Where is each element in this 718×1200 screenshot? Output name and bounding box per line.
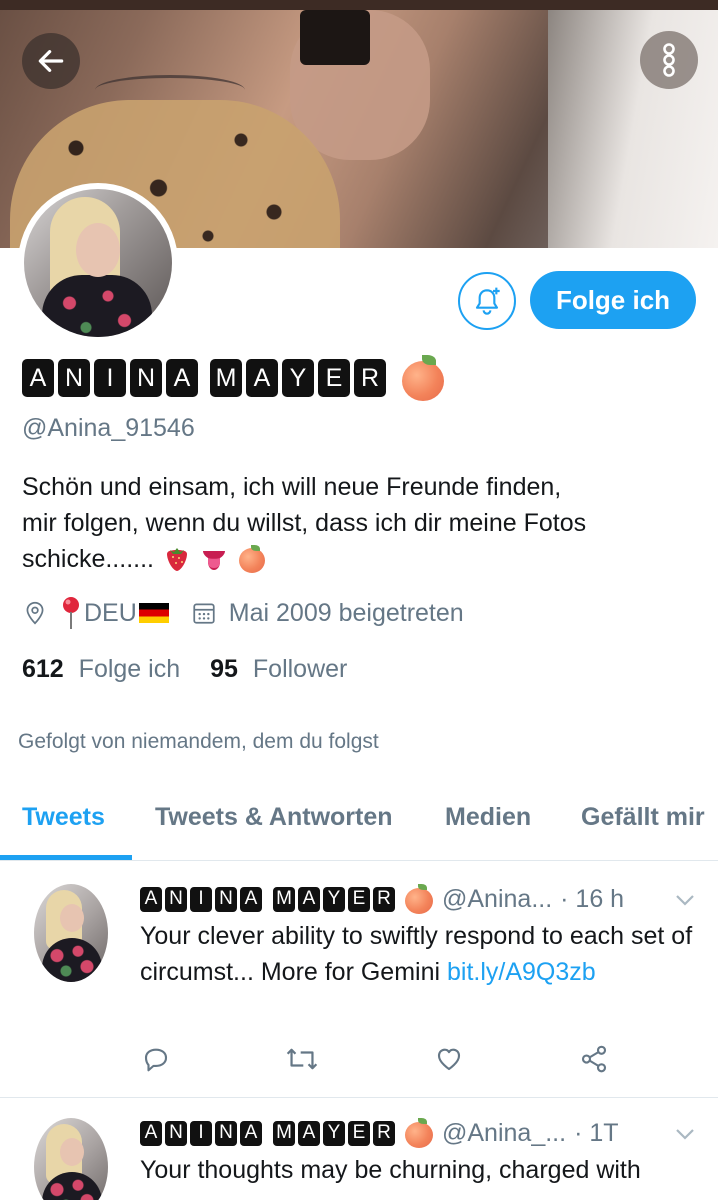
followers-link[interactable]: 95 Follower bbox=[210, 655, 347, 684]
name-letter: E bbox=[348, 886, 370, 912]
tweet-header: ANINAMAYER @Anina... · 16 h bbox=[140, 884, 624, 914]
tab-tweets-replies[interactable]: Tweets & Antworten bbox=[155, 803, 393, 832]
name-letter: R bbox=[373, 1120, 395, 1146]
heart-icon[interactable] bbox=[433, 1044, 465, 1074]
profile-tabs: Tweets Tweets & Antworten Medien Gefällt… bbox=[0, 795, 718, 861]
arrow-left-icon bbox=[38, 50, 64, 72]
follow-button[interactable]: Folge ich bbox=[530, 271, 696, 329]
name-letter: M bbox=[273, 886, 295, 912]
name-letter: M bbox=[273, 1120, 295, 1146]
tab-likes[interactable]: Gefällt mir bbox=[581, 803, 705, 832]
followed-by-text: Gefolgt von niemandem, dem du folgst bbox=[18, 730, 379, 753]
name-letter: N bbox=[165, 886, 187, 912]
share-icon[interactable] bbox=[578, 1044, 610, 1074]
tweet-text: Your thoughts may be churning, charged w… bbox=[140, 1152, 695, 1188]
name-letter: I bbox=[190, 886, 212, 912]
name-letter: I bbox=[94, 359, 126, 397]
active-tab-indicator bbox=[0, 855, 132, 860]
name-letter: A bbox=[166, 359, 198, 397]
tweet-avatar[interactable] bbox=[34, 1118, 108, 1200]
peach-emoji bbox=[238, 545, 266, 573]
following-label: Folge ich bbox=[78, 655, 181, 683]
name-letter: Y bbox=[323, 886, 345, 912]
tweet-text-content: Your clever ability to swiftly respond t… bbox=[140, 922, 693, 986]
profile-meta: DEU Mai 2009 beigetreten bbox=[22, 596, 486, 630]
tweet-author-name: ANINAMAYER bbox=[140, 886, 398, 912]
followers-label: Follower bbox=[252, 655, 348, 683]
tweet-text-content: Your thoughts may be churning, charged w… bbox=[140, 1156, 641, 1184]
status-bar bbox=[0, 0, 718, 10]
following-count: 612 bbox=[22, 655, 64, 683]
bio-line: Schön und einsam, ich will neue Freunde … bbox=[22, 473, 562, 501]
reply-icon[interactable] bbox=[140, 1044, 172, 1074]
name-letter: M bbox=[210, 359, 242, 397]
name-letter: N bbox=[165, 1120, 187, 1146]
bio-line: mir folgen, wenn du willst, dass ich dir… bbox=[22, 509, 587, 537]
profile-bio: Schön und einsam, ich will neue Freunde … bbox=[22, 469, 682, 577]
tweet-link[interactable]: bit.ly/A9Q3zb bbox=[447, 958, 596, 986]
germany-flag bbox=[138, 603, 169, 623]
name-letter: R bbox=[373, 886, 395, 912]
tongue-emoji bbox=[202, 551, 225, 570]
strawberry-emoji bbox=[166, 548, 187, 571]
name-letter: A bbox=[240, 886, 262, 912]
name-letter: A bbox=[140, 886, 162, 912]
tweet-handle: @Anina... bbox=[442, 884, 553, 913]
tweet-handle: @Anina_... bbox=[442, 1118, 567, 1147]
peach-emoji bbox=[400, 355, 446, 401]
bio-line: schicke....... bbox=[22, 541, 682, 577]
name-letter: N bbox=[58, 359, 90, 397]
name-letter: I bbox=[190, 1120, 212, 1146]
profile-handle: @Anina_91546 bbox=[22, 414, 195, 442]
more-options-button[interactable] bbox=[640, 31, 698, 89]
tweet-text: Your clever ability to swiftly respond t… bbox=[140, 918, 695, 990]
tweet[interactable]: ANINAMAYER @Anina_... · 1T Your thoughts… bbox=[0, 1098, 718, 1200]
tweet-header: ANINAMAYER @Anina_... · 1T bbox=[140, 1118, 619, 1148]
tweet-author-name: ANINAMAYER bbox=[140, 1120, 398, 1146]
name-letter: R bbox=[354, 359, 386, 397]
tweet-time: · 1T bbox=[574, 1118, 619, 1147]
location-icon bbox=[26, 601, 44, 625]
retweet-icon[interactable] bbox=[285, 1044, 319, 1074]
tweet-time: · 16 h bbox=[560, 884, 625, 913]
name-letter: A bbox=[140, 1120, 162, 1146]
name-letter: A bbox=[246, 359, 278, 397]
name-letter: N bbox=[215, 1120, 237, 1146]
name-letter: A bbox=[240, 1120, 262, 1146]
name-letter: E bbox=[318, 359, 350, 397]
banner-phone bbox=[300, 10, 370, 65]
notifications-button[interactable] bbox=[458, 272, 516, 330]
chevron-down-icon[interactable] bbox=[674, 892, 696, 908]
peach-emoji bbox=[404, 884, 434, 914]
tweet[interactable]: ANINAMAYER @Anina... · 16 h Your clever … bbox=[0, 862, 718, 1096]
tab-tweets[interactable]: Tweets bbox=[22, 803, 105, 832]
back-button[interactable] bbox=[22, 33, 80, 89]
name-letter: E bbox=[348, 1120, 370, 1146]
following-link[interactable]: 612 Folge ich bbox=[22, 655, 180, 684]
joined-date: Mai 2009 beigetreten bbox=[228, 598, 464, 627]
name-letter: A bbox=[298, 886, 320, 912]
name-letter: A bbox=[22, 359, 54, 397]
name-letter: N bbox=[130, 359, 162, 397]
banner-tattoo bbox=[95, 75, 245, 105]
location-text: DEU bbox=[84, 598, 137, 627]
name-letter: Y bbox=[282, 359, 314, 397]
peach-emoji bbox=[404, 1118, 434, 1148]
pin-emoji bbox=[63, 597, 79, 629]
name-letter: N bbox=[215, 886, 237, 912]
profile-avatar[interactable] bbox=[18, 183, 178, 343]
bell-plus-icon bbox=[475, 287, 500, 315]
tweet-avatar[interactable] bbox=[34, 884, 108, 982]
more-vertical-icon bbox=[663, 43, 675, 77]
follow-counts: 612 Folge ich 95 Follower bbox=[22, 655, 377, 684]
calendar-icon bbox=[193, 603, 215, 624]
followers-count: 95 bbox=[210, 655, 238, 683]
tab-media[interactable]: Medien bbox=[445, 803, 531, 832]
tweet-actions bbox=[140, 1044, 610, 1074]
name-letter: Y bbox=[323, 1120, 345, 1146]
profile-name: ANINAMAYER bbox=[22, 355, 446, 401]
bio-line-text: schicke....... bbox=[22, 545, 154, 573]
chevron-down-icon[interactable] bbox=[674, 1126, 696, 1142]
name-letter: A bbox=[298, 1120, 320, 1146]
